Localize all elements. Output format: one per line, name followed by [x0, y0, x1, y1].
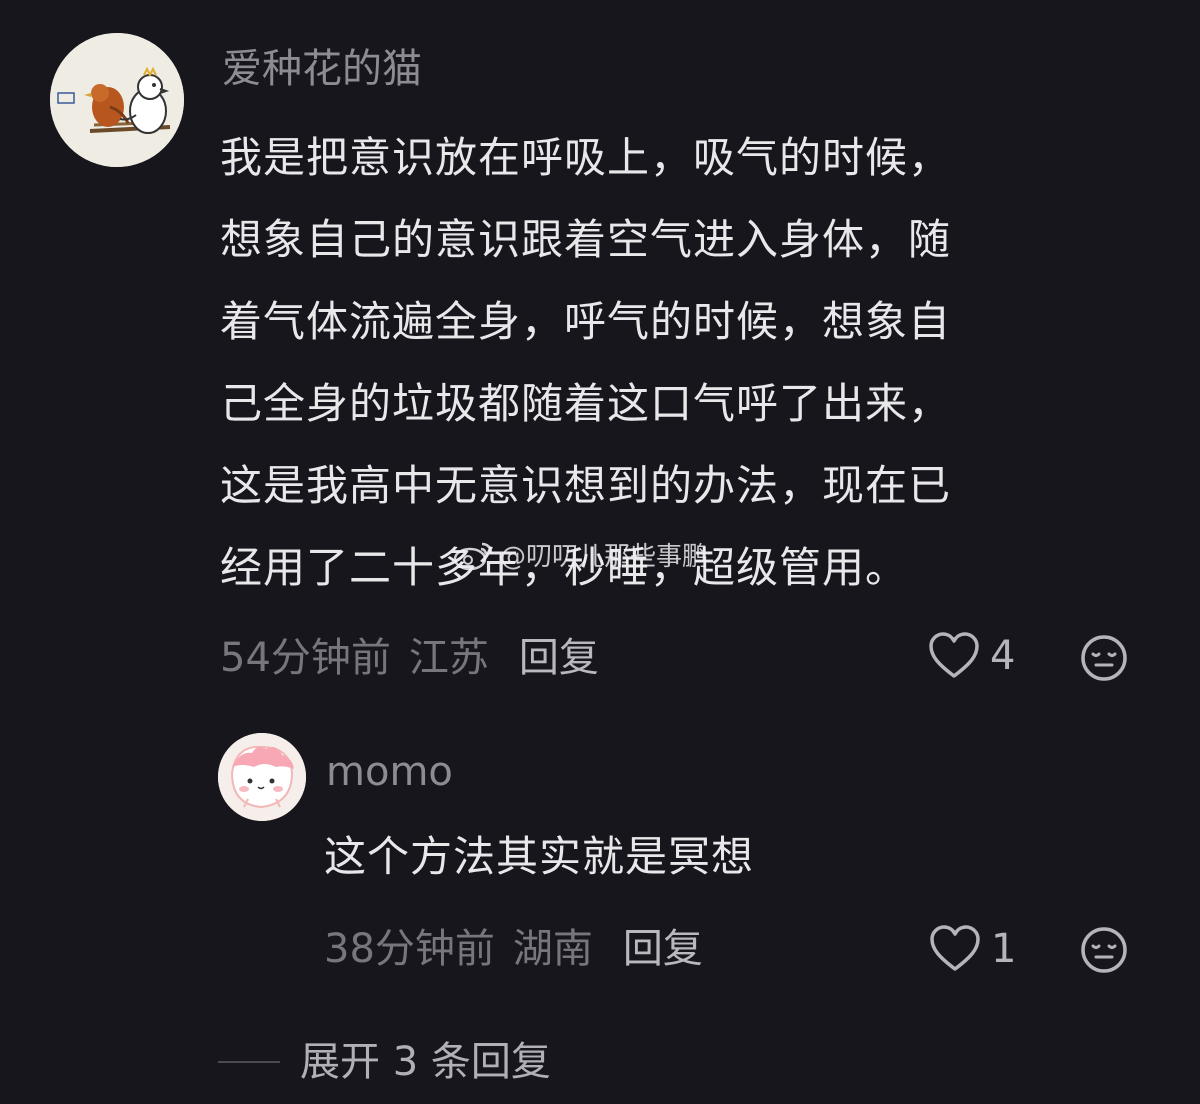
reply-meta: 38分钟前 湖南 回复	[324, 925, 703, 973]
comment-line: 想象自己的意识跟着空气进入身体，随	[220, 215, 952, 264]
comment-line: 这是我高中无意识想到的办法，现在已	[220, 461, 952, 510]
comment-line: 己全身的垃圾都随着这口气呼了出来，	[220, 379, 952, 428]
comment-username[interactable]: 爱种花的猫	[222, 45, 422, 93]
reply-location: 湖南	[512, 926, 593, 972]
like-count: 4	[990, 633, 1016, 679]
reply-button[interactable]: 回复	[623, 926, 703, 972]
like-button[interactable]: 1	[929, 925, 1016, 973]
comment-time: 54分钟前	[220, 635, 391, 681]
like-count: 1	[991, 926, 1017, 972]
dislike-button[interactable]	[1080, 926, 1128, 978]
neutral-face-icon	[1081, 927, 1127, 973]
comment-meta: 54分钟前 江苏 回复	[220, 634, 599, 682]
comment-line: 经用了二十多年，秒睡，超级管用。	[220, 543, 909, 592]
comment-line: 着气体流遍全身，呼气的时候，想象自	[220, 297, 952, 346]
comment-location: 江苏	[408, 635, 489, 681]
expand-replies-label: 展开 3 条回复	[300, 1039, 551, 1085]
heart-icon	[929, 632, 979, 678]
comment-line: 我是把意识放在呼吸上，吸气的时候，	[220, 133, 952, 182]
pink-cartoon-avatar-icon	[218, 733, 306, 821]
neutral-face-icon	[1081, 635, 1127, 681]
dislike-button[interactable]	[1080, 634, 1128, 686]
avatar[interactable]	[50, 33, 184, 167]
reply-text: 这个方法其实就是冥想	[324, 816, 1124, 898]
comment-text: 我是把意识放在呼吸上，吸气的时候， 想象自己的意识跟着空气进入身体，随 着气体流…	[220, 117, 1150, 609]
avatar[interactable]	[218, 733, 306, 821]
reply-button[interactable]: 回复	[519, 635, 599, 681]
expand-replies-button[interactable]: 展开 3 条回复	[218, 1038, 551, 1086]
reply-username[interactable]: momo	[326, 748, 453, 796]
reply-time: 38分钟前	[324, 926, 495, 972]
reply-line: 这个方法其实就是冥想	[324, 832, 755, 881]
heart-icon	[930, 925, 980, 971]
divider	[218, 1061, 280, 1063]
bird-drawing-avatar-icon	[50, 33, 184, 167]
like-button[interactable]: 4	[928, 632, 1015, 680]
